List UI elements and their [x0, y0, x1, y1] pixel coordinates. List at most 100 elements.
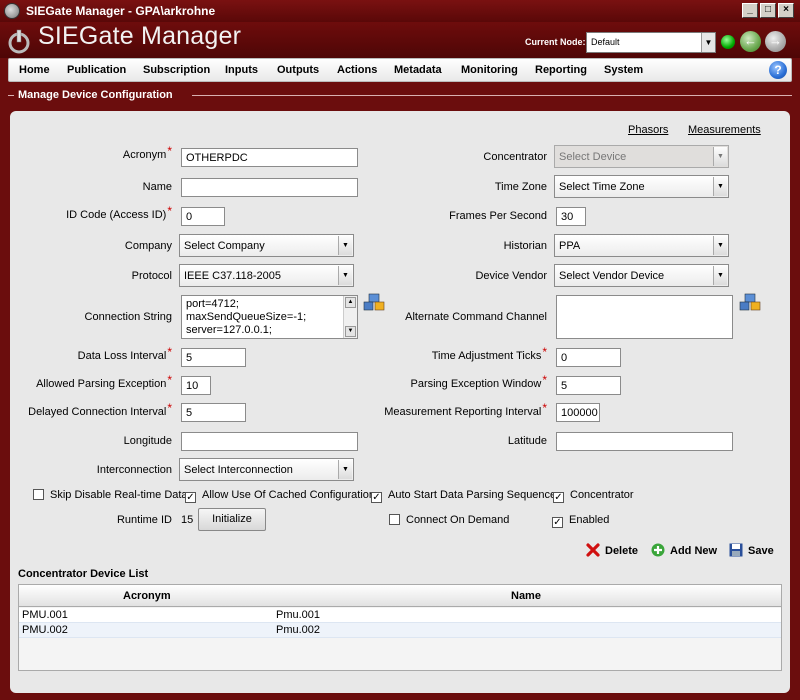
allow-cached-checkbox[interactable]: ✓ Allow Use Of Cached Configuration [185, 489, 375, 503]
measurement-reporting-interval-input[interactable]: 100000 [556, 403, 600, 422]
table-row[interactable]: PMU.002 Pmu.002 [19, 623, 781, 638]
historian-value: PPA [559, 240, 581, 252]
menu-subscription[interactable]: Subscription [143, 64, 210, 76]
interconnection-select[interactable]: Select Interconnection ▼ [179, 458, 354, 481]
menu-system[interactable]: System [604, 64, 643, 76]
table-row[interactable]: PMU.001 Pmu.001 [19, 608, 781, 623]
runtime-id-label: Runtime ID [116, 514, 172, 526]
concentrator-select[interactable]: Select Device ▼ [554, 145, 729, 168]
data-loss-interval-input[interactable]: 5 [181, 348, 246, 367]
auto-start-checkbox[interactable]: ✓ Auto Start Data Parsing Sequence [371, 489, 556, 503]
longitude-input[interactable] [181, 432, 358, 451]
company-select[interactable]: Select Company ▼ [179, 234, 354, 257]
checkmark-icon[interactable]: ✓ [553, 492, 564, 503]
current-node-value: Default [591, 37, 620, 47]
save-button[interactable]: Save [729, 543, 774, 557]
delayed-connection-interval-label: Delayed Connection Interval* [28, 401, 172, 418]
menu-home[interactable]: Home [19, 64, 50, 76]
allowed-parsing-exception-input[interactable]: 10 [181, 376, 211, 395]
parsing-exception-window-input[interactable]: 5 [556, 376, 621, 395]
concentrator-checkbox[interactable]: ✓ Concentrator [553, 489, 634, 503]
protocol-select[interactable]: IEEE C37.118-2005 ▼ [179, 264, 354, 287]
column-header-name[interactable]: Name [511, 590, 541, 602]
name-label: Name [142, 181, 172, 193]
checkmark-icon[interactable]: ✓ [185, 492, 196, 503]
main-menu: Home Publication Subscription Inputs Out… [8, 58, 792, 82]
scroll-down-icon[interactable]: ▼ [345, 326, 356, 337]
historian-select[interactable]: PPA ▼ [554, 234, 729, 257]
interconnection-value: Select Interconnection [184, 464, 293, 476]
app-header: SIEGate Manager Current Node: Default ▼ … [0, 22, 800, 58]
checkmark-icon[interactable]: ✓ [552, 517, 563, 528]
help-icon[interactable]: ? [769, 61, 787, 79]
connect-on-demand-checkbox[interactable]: Connect On Demand [389, 514, 509, 526]
latitude-label: Latitude [507, 435, 547, 447]
acronym-input[interactable]: OTHERPDC [181, 148, 358, 167]
measurements-link[interactable]: Measurements [688, 124, 761, 136]
frames-per-second-input[interactable]: 30 [556, 207, 586, 226]
connection-string-scrollbar[interactable]: ▲ ▼ [343, 296, 357, 338]
save-disk-icon [729, 543, 743, 557]
checkmark-icon[interactable]: ✓ [371, 492, 382, 503]
allowed-parsing-exception-label: Allowed Parsing Exception* [36, 373, 172, 390]
connection-string-input[interactable]: port=4712; maxSendQueueSize=-1; server=1… [181, 295, 358, 339]
checkbox-box[interactable] [33, 489, 44, 500]
connection-string-line: server=127.0.0.1; [186, 324, 272, 336]
forward-arrow-icon[interactable]: → [765, 31, 786, 52]
maximize-button[interactable]: □ [760, 3, 776, 18]
initialize-button[interactable]: Initialize [198, 508, 266, 531]
window-titlebar: SIEGate Manager - GPA\arkrohne _ □ × [0, 0, 800, 22]
back-arrow-icon[interactable]: ← [740, 31, 761, 52]
menu-publication[interactable]: Publication [67, 64, 126, 76]
alternate-command-channel-input[interactable] [556, 295, 733, 339]
connection-builder-icon[interactable] [363, 293, 385, 313]
data-loss-interval-label: Data Loss Interval* [77, 345, 172, 362]
skip-disable-label: Skip Disable Real-time Data [50, 489, 188, 501]
chevron-down-icon: ▼ [713, 177, 727, 196]
parsing-exception-window-label: Parsing Exception Window* [410, 373, 547, 390]
scroll-up-icon[interactable]: ▲ [345, 297, 356, 308]
enabled-checkbox[interactable]: ✓ Enabled [552, 514, 609, 528]
device-vendor-select[interactable]: Select Vendor Device ▼ [554, 264, 729, 287]
checkbox-box[interactable] [389, 514, 400, 525]
company-label: Company [124, 240, 172, 252]
menu-monitoring[interactable]: Monitoring [461, 64, 518, 76]
menu-metadata[interactable]: Metadata [394, 64, 442, 76]
skip-disable-checkbox[interactable]: Skip Disable Real-time Data [33, 489, 188, 501]
latitude-input[interactable] [556, 432, 733, 451]
delete-button[interactable]: Delete [586, 543, 638, 557]
phasors-link[interactable]: Phasors [628, 124, 668, 136]
menu-inputs[interactable]: Inputs [225, 64, 258, 76]
column-header-acronym[interactable]: Acronym [123, 590, 171, 602]
add-new-button[interactable]: Add New [651, 543, 717, 557]
connection-builder-icon[interactable] [739, 293, 761, 313]
add-plus-icon [651, 543, 665, 557]
alternate-command-channel-label: Alternate Command Channel [405, 311, 547, 323]
device-vendor-value: Select Vendor Device [559, 270, 665, 282]
delete-label: Delete [605, 545, 639, 557]
menu-reporting[interactable]: Reporting [535, 64, 587, 76]
time-adjustment-ticks-label: Time Adjustment Ticks* [431, 345, 547, 362]
id-code-input[interactable]: 0 [181, 207, 225, 226]
name-input[interactable] [181, 178, 358, 197]
time-adjustment-ticks-input[interactable]: 0 [556, 348, 621, 367]
interconnection-label: Interconnection [96, 464, 172, 476]
chevron-down-icon: ▼ [713, 266, 727, 285]
current-node-select[interactable]: Default ▼ [586, 32, 716, 53]
delayed-connection-interval-input[interactable]: 5 [181, 403, 246, 422]
grid-header: Acronym Name [19, 585, 781, 607]
window-title: SIEGate Manager - GPA\arkrohne [26, 4, 216, 18]
menu-actions[interactable]: Actions [337, 64, 377, 76]
enabled-label: Enabled [569, 514, 610, 526]
cell-acronym: PMU.002 [22, 624, 68, 636]
device-list-grid: Acronym Name PMU.001 Pmu.001 PMU.002 Pmu… [18, 584, 782, 671]
connection-string-line: port=4712; [186, 298, 239, 310]
app-icon [4, 3, 20, 19]
cell-name: Pmu.002 [276, 624, 321, 636]
minimize-button[interactable]: _ [742, 3, 758, 18]
menu-outputs[interactable]: Outputs [277, 64, 319, 76]
time-zone-select[interactable]: Select Time Zone ▼ [554, 175, 729, 198]
close-button[interactable]: × [778, 3, 794, 18]
runtime-id-value: 15 [181, 514, 194, 526]
connection-status-icon [721, 35, 735, 49]
